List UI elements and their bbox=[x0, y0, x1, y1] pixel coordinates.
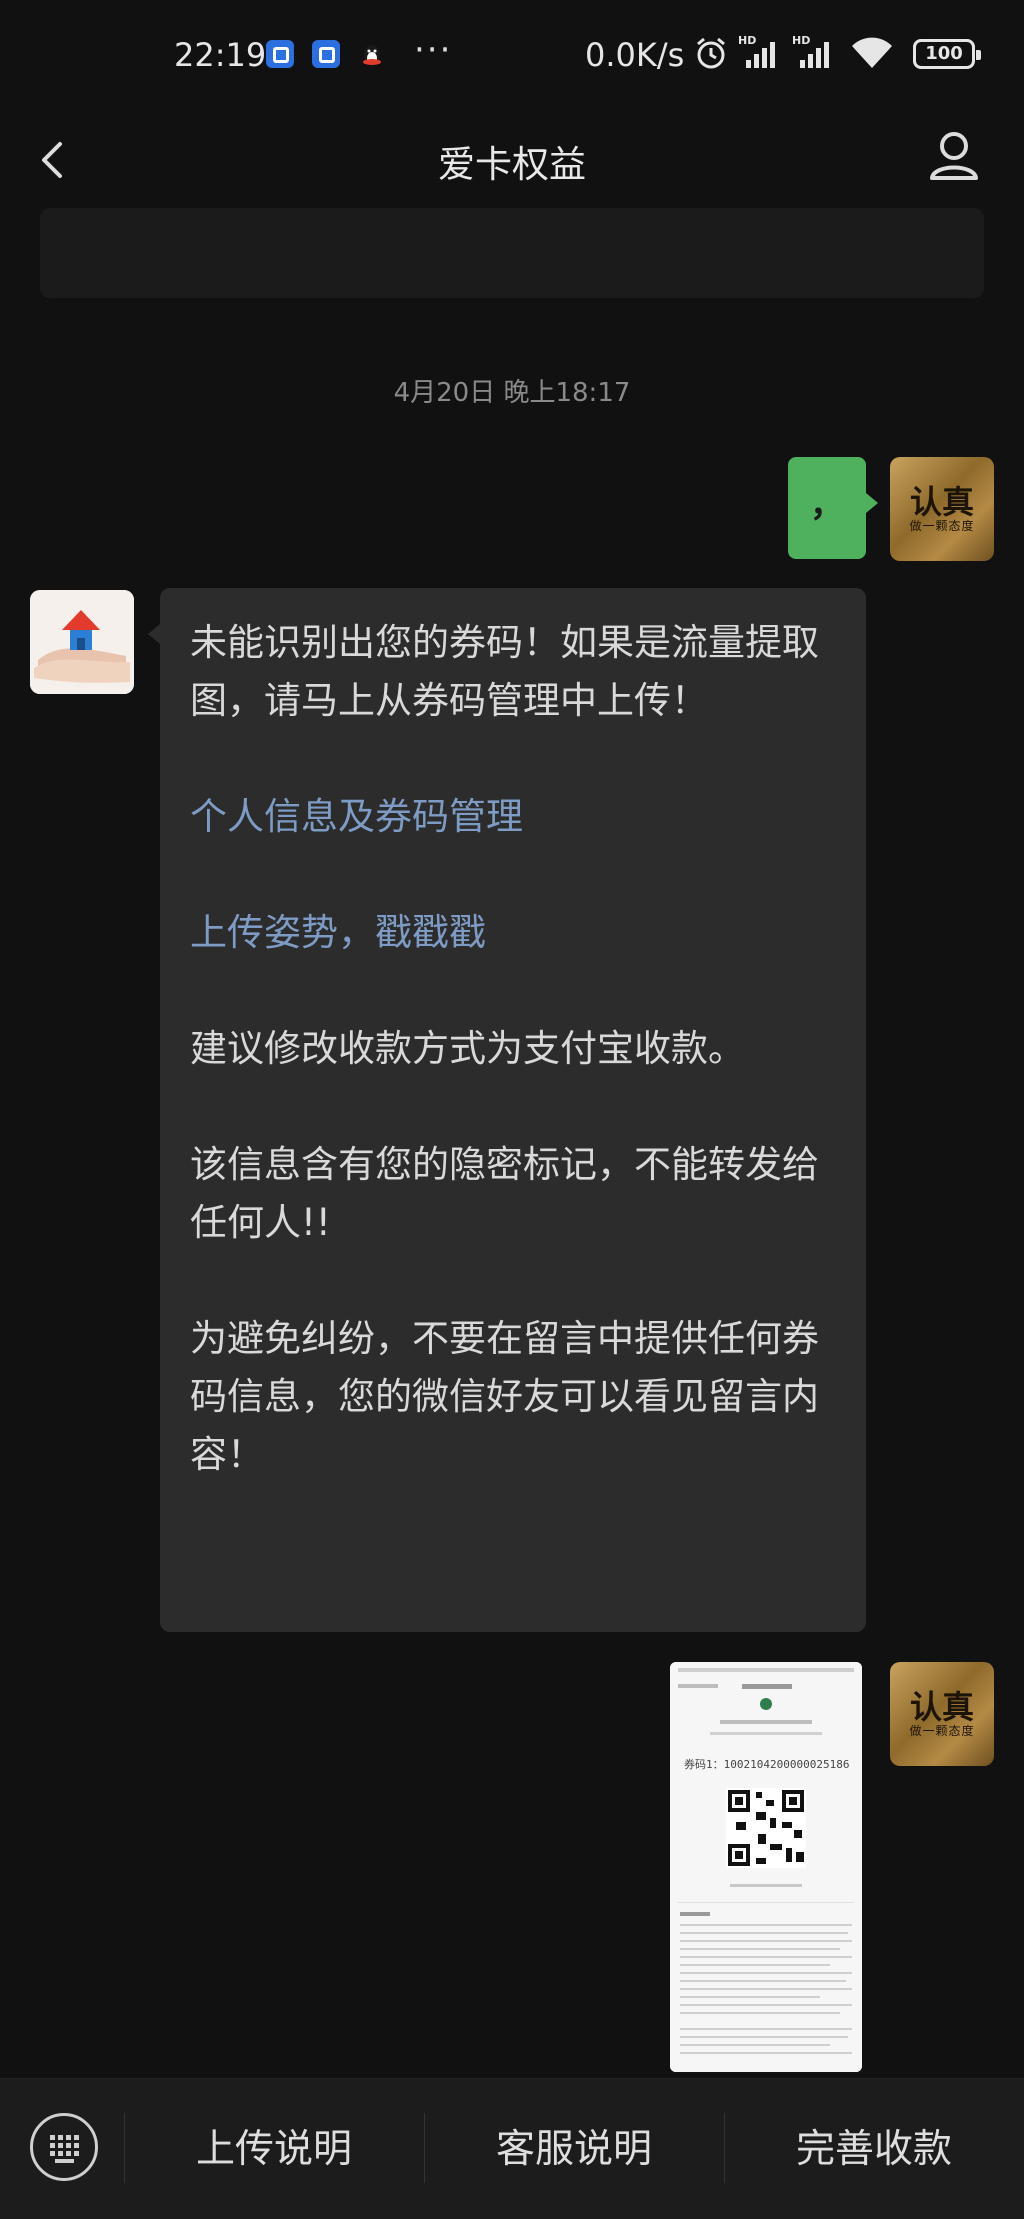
app-notification-icon bbox=[266, 40, 294, 68]
signal-icon: HD bbox=[792, 34, 829, 68]
alarm-icon bbox=[697, 37, 725, 69]
profile-button[interactable] bbox=[924, 120, 984, 192]
signal-hd-label: HD bbox=[792, 34, 810, 47]
status-bar: 22:19 ··· 0.0K/s HD HD 100 bbox=[0, 0, 1024, 112]
avatar-logo-sub: 做一颗态度 bbox=[909, 519, 975, 533]
house-in-hands-icon bbox=[30, 590, 134, 694]
message-timestamp: 4月20日 晚上18:17 bbox=[393, 378, 631, 408]
network-speed: 0.0K/s bbox=[585, 36, 685, 74]
bot-avatar[interactable] bbox=[30, 590, 134, 694]
menu-customer-service[interactable]: 客服说明 bbox=[424, 2079, 724, 2219]
upload-guide-link[interactable]: 上传姿势，戳戳戳 bbox=[190, 904, 836, 962]
image-message-thumbnail[interactable]: 券码1：1002104200000025186 bbox=[670, 1662, 862, 2072]
menu-upload-guide[interactable]: 上传说明 bbox=[124, 2079, 424, 2219]
top-banner bbox=[40, 208, 984, 298]
signal-hd-label: HD bbox=[738, 34, 756, 47]
qr-code-icon bbox=[726, 1788, 806, 1868]
user-avatar[interactable]: 认真 做一颗态度 bbox=[890, 457, 994, 561]
bot-message-bubble: 未能识别出您的券码！如果是流量提取图，请马上从券码管理中上传！ 个人信息及券码管… bbox=[148, 588, 866, 1632]
avatar-logo-sub: 做一颗态度 bbox=[909, 1724, 975, 1738]
user-avatar[interactable]: 认真 做一颗态度 bbox=[890, 1662, 994, 1766]
bot-message-text: 建议修改收款方式为支付宝收款。 bbox=[190, 1027, 745, 1070]
menu-complete-payment[interactable]: 完善收款 bbox=[724, 2079, 1024, 2219]
keyboard-icon bbox=[50, 2135, 79, 2163]
battery-indicator: 100 bbox=[913, 39, 981, 69]
bottom-menu: 上传说明 客服说明 完善收款 bbox=[0, 2078, 1024, 2219]
page-title: 爱卡权益 bbox=[438, 143, 586, 186]
bot-message-text: 该信息含有您的隐密标记，不能转发给任何人!! bbox=[190, 1143, 819, 1244]
keyboard-toggle-button[interactable] bbox=[30, 2113, 98, 2181]
wifi-icon bbox=[852, 37, 892, 68]
user-message-bubble[interactable]: ， bbox=[788, 457, 878, 559]
signal-icon: HD bbox=[738, 34, 775, 68]
profile-coupon-link[interactable]: 个人信息及券码管理 bbox=[190, 788, 836, 846]
bot-message-text: 未能识别出您的券码！如果是流量提取图，请马上从券码管理中上传！ bbox=[190, 621, 819, 722]
qq-penguin-icon bbox=[363, 45, 381, 65]
nav-bar: 爱卡权益 bbox=[0, 112, 1024, 208]
status-time: 22:19 bbox=[174, 36, 267, 74]
coupon-screenshot: 券码1：1002104200000025186 bbox=[670, 1662, 862, 2072]
app-notification-icon bbox=[312, 40, 340, 68]
coupon-code-text: 券码1：1002104200000025186 bbox=[684, 1757, 849, 1771]
bot-message-text: 为避免纠纷，不要在留言中提供任何券码信息，您的微信好友可以看见留言内容！ bbox=[190, 1317, 819, 1476]
status-more-dots: ··· bbox=[414, 30, 453, 70]
